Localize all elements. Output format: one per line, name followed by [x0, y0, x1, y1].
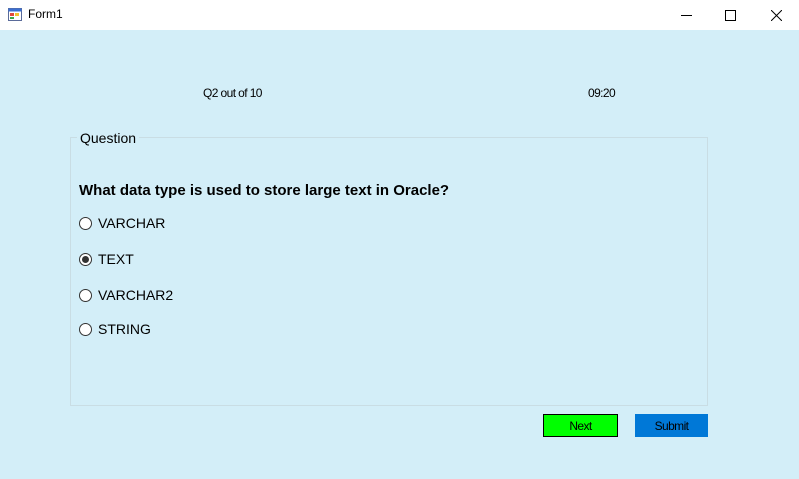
option-radio-4[interactable]: STRING [79, 321, 151, 337]
option-label: VARCHAR2 [98, 287, 174, 303]
maximize-button[interactable] [707, 0, 753, 30]
radio-circle[interactable] [79, 252, 92, 266]
timer-label: 09:20 [588, 86, 616, 100]
close-icon [770, 9, 782, 21]
option-radio-1[interactable]: VARCHAR [79, 215, 165, 231]
question-text: What data type is used to store large te… [79, 182, 450, 199]
option-radio-3[interactable]: VARCHAR2 [79, 287, 173, 303]
app-icon[interactable] [8, 8, 22, 21]
question-progress-label: Q2 out of 10 [203, 86, 262, 100]
title-bar[interactable]: Form1 [0, 0, 799, 30]
question-groupbox [70, 137, 708, 406]
minimize-icon [680, 14, 692, 16]
next-button[interactable]: Next [543, 414, 618, 437]
question-groupbox-title: Question [77, 130, 140, 146]
radio-circle[interactable] [79, 322, 92, 336]
option-label: STRING [98, 321, 151, 337]
submit-button[interactable]: Submit [635, 414, 708, 437]
form-window: Form1 Q2 out of 10 09:20 Question What d… [0, 0, 799, 479]
radio-circle[interactable] [79, 288, 92, 302]
option-label: TEXT [98, 251, 134, 267]
window-title: Form1 [28, 7, 63, 21]
option-radio-2[interactable]: TEXT [79, 251, 134, 267]
option-label: VARCHAR [98, 215, 166, 231]
maximize-icon [724, 9, 736, 21]
minimize-button[interactable] [663, 0, 709, 30]
radio-circle[interactable] [79, 216, 92, 230]
close-button[interactable] [753, 0, 799, 30]
